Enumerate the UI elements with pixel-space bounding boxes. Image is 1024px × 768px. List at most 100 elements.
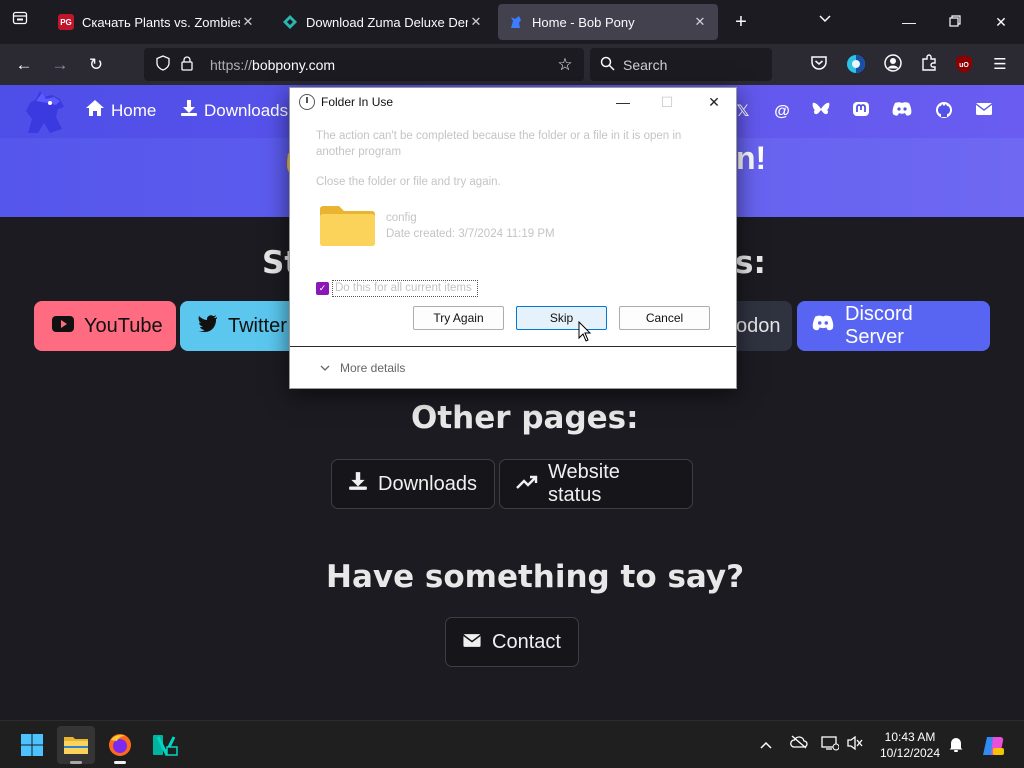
lock-icon[interactable] <box>178 55 196 74</box>
email-envelope-icon[interactable] <box>973 101 995 123</box>
minimize-window-icon[interactable]: — <box>886 8 932 36</box>
active-indicator <box>70 761 82 764</box>
copilot-icon[interactable] <box>980 735 1006 755</box>
banner-text: n! <box>736 140 767 176</box>
item-date-created: Date created: 3/7/2024 11:19 PM <box>386 228 555 240</box>
close-window-icon[interactable]: ✕ <box>978 8 1024 36</box>
clock-date: 10/12/2024 <box>879 746 941 760</box>
account-avatar-icon[interactable] <box>882 54 904 76</box>
new-tab-icon[interactable]: + <box>729 10 753 34</box>
shield-icon[interactable] <box>154 55 172 74</box>
url-text[interactable]: https://bobpony.com <box>210 57 552 73</box>
website-status-button[interactable]: Website status <box>499 459 693 509</box>
downloads-page-button[interactable]: Downloads <box>331 459 495 509</box>
dialog-title: Folder In Use <box>321 95 394 109</box>
discord-server-button[interactable]: Discord Server <box>797 301 990 351</box>
site-nav-downloads[interactable]: Downloads <box>180 99 288 122</box>
discord-icon[interactable] <box>891 101 913 123</box>
extensions-puzzle-icon[interactable] <box>918 54 940 76</box>
discord-server-label: Discord Server <box>845 303 913 348</box>
youtube-icon <box>52 315 74 338</box>
notification-bell-icon[interactable] <box>946 735 966 755</box>
bookmark-star-icon[interactable]: ☆ <box>552 55 578 75</box>
bobpony-favicon-icon <box>508 14 524 30</box>
close-tab-icon[interactable]: ✕ <box>240 14 256 30</box>
contact-button[interactable]: Contact <box>445 617 579 667</box>
github-icon[interactable] <box>933 101 955 123</box>
tab-strip: PG Скачать Plants vs. Zombies "M ✕ Downl… <box>0 0 1024 44</box>
dialog-close-icon[interactable]: ✕ <box>699 90 729 114</box>
bluesky-icon[interactable] <box>810 101 832 123</box>
trending-up-icon <box>516 473 538 496</box>
firefox-relay-icon[interactable] <box>845 54 867 76</box>
download-icon <box>348 471 368 497</box>
search-icon <box>600 56 615 74</box>
clock-time: 10:43 AM <box>884 730 936 744</box>
stay-connected-heading-right: s: <box>735 245 766 281</box>
dialog-maximize-icon: ☐ <box>660 94 674 110</box>
youtube-label: YouTube <box>84 314 163 337</box>
pocket-icon[interactable] <box>808 54 830 76</box>
apply-to-all-label[interactable]: Do this for all current items <box>332 280 478 297</box>
tab-plants-vs-zombies[interactable]: PG Скачать Plants vs. Zombies "M ✕ <box>48 4 266 40</box>
downloads-label: Downloads <box>204 100 289 120</box>
apply-to-all-checkbox[interactable]: ✓ <box>316 282 329 295</box>
list-all-tabs-chevron-icon[interactable] <box>814 12 836 32</box>
taskbar-clock[interactable]: 10:43 AM 10/12/2024 <box>872 729 948 761</box>
visual-studio-taskbar-button[interactable] <box>146 726 184 764</box>
url-bar[interactable]: https://bobpony.com ☆ <box>144 48 584 81</box>
ublock-origin-icon[interactable]: uO <box>953 54 975 76</box>
url-protocol: https:// <box>210 56 253 73</box>
close-tab-icon[interactable]: ✕ <box>692 14 708 30</box>
pg-favicon-icon: PG <box>58 14 74 30</box>
search-input[interactable] <box>623 56 763 73</box>
mastodon-label: odon <box>736 314 781 337</box>
twitter-bird-icon <box>198 314 218 338</box>
tab-zuma-deluxe[interactable]: Download Zuma Deluxe Demo ✕ <box>272 4 494 40</box>
dialog-divider <box>290 346 736 347</box>
navigation-toolbar: ← → ↻ https://bobpony.com ☆ uO ☰ <box>0 44 1024 85</box>
dialog-instruction: Close the folder or file and try again. <box>316 176 501 188</box>
discord-icon <box>811 314 835 338</box>
volume-muted-icon[interactable] <box>845 735 865 755</box>
dialog-message-line2: another program <box>316 146 402 158</box>
restore-window-icon[interactable] <box>932 8 978 36</box>
tab-label: Скачать Plants vs. Zombies "M <box>82 14 240 30</box>
firefox-taskbar-button[interactable] <box>101 726 139 764</box>
windows-taskbar: 10:43 AM 10/12/2024 <box>0 720 1024 768</box>
bob-pony-logo[interactable] <box>20 89 70 135</box>
close-tab-icon[interactable]: ✕ <box>468 14 484 30</box>
dialog-minimize-icon[interactable]: — <box>608 90 638 114</box>
tab-bob-pony[interactable]: Home - Bob Pony ✕ <box>498 4 718 40</box>
show-hidden-icons-chevron-icon[interactable] <box>756 735 776 755</box>
skip-button[interactable]: Skip <box>516 306 607 330</box>
onedrive-cloud-offline-icon[interactable] <box>789 735 809 755</box>
site-nav-home[interactable]: Home <box>85 99 156 122</box>
more-details-toggle[interactable]: More details <box>320 361 405 375</box>
url-host: bobpony.com <box>252 56 336 73</box>
reload-icon[interactable]: ↻ <box>83 52 109 78</box>
start-windows-icon[interactable] <box>13 726 51 764</box>
home-icon <box>85 99 105 122</box>
hamburger-menu-icon[interactable]: ☰ <box>989 54 1011 76</box>
envelope-icon <box>462 631 482 654</box>
forward-arrow-icon[interactable]: → <box>47 52 73 78</box>
mouse-cursor-icon <box>578 320 592 343</box>
mastodon-icon[interactable] <box>850 101 872 123</box>
twitter-button[interactable]: Twitter <box>180 301 300 351</box>
twitter-label: Twitter <box>228 314 287 337</box>
file-explorer-taskbar-button[interactable] <box>57 726 95 764</box>
folder-icon <box>319 203 376 247</box>
cancel-button[interactable]: Cancel <box>619 306 710 330</box>
chevron-down-icon <box>320 361 330 375</box>
have-something-heading: Have something to say? <box>326 559 745 595</box>
download-icon <box>180 99 198 122</box>
try-again-button[interactable]: Try Again <box>413 306 504 330</box>
back-arrow-icon[interactable]: ← <box>11 52 37 78</box>
network-icon[interactable] <box>820 735 840 755</box>
tab-label: Download Zuma Deluxe Demo <box>306 14 468 30</box>
search-bar[interactable] <box>590 48 772 81</box>
firefox-view-icon[interactable] <box>8 10 32 34</box>
threads-icon[interactable]: @ <box>771 101 793 123</box>
youtube-button[interactable]: YouTube <box>34 301 176 351</box>
